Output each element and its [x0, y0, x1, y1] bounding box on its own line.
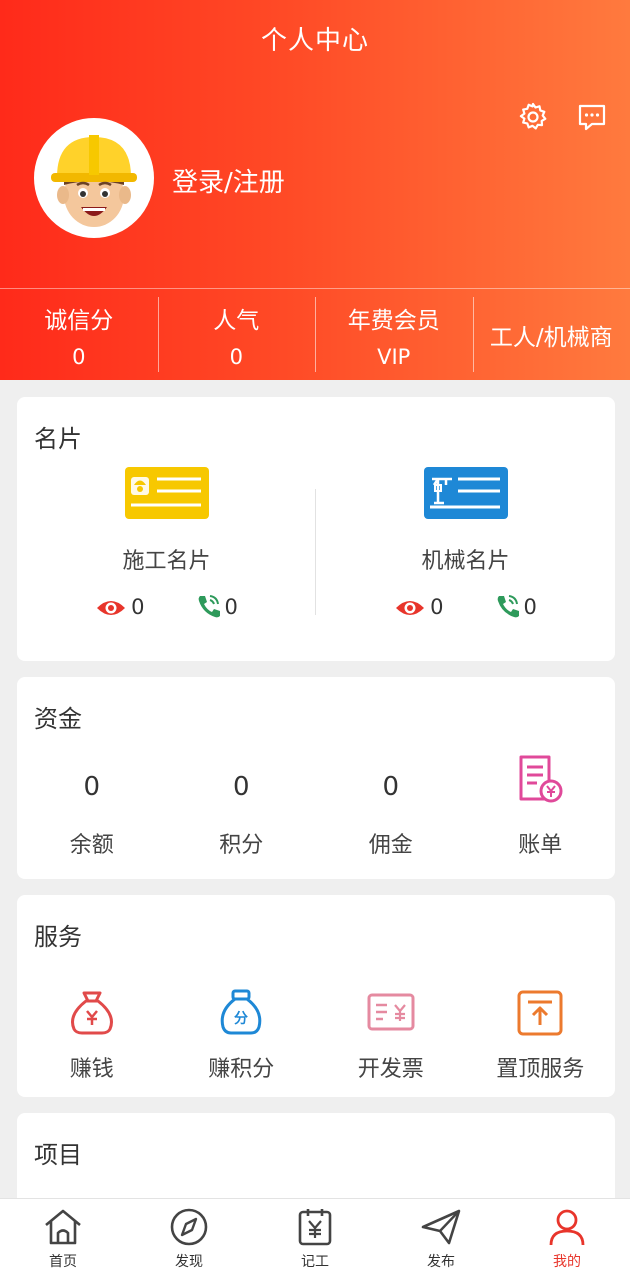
stat-value: 0	[72, 344, 86, 369]
fund-balance[interactable]: 0 余额	[17, 767, 167, 859]
tab-mine[interactable]: 我的	[504, 1199, 630, 1280]
tab-label: 发现	[175, 1254, 203, 1270]
tab-label: 我的	[553, 1254, 581, 1270]
profile-header: 个人中心 登录/注册 诚信分 0 人气 0 年费会员 VIP 工人/机械商	[0, 0, 630, 380]
fund-commission[interactable]: 0 佣金	[316, 767, 466, 859]
fund-value: 0	[83, 772, 101, 802]
service-invoice[interactable]: 开发票	[316, 987, 466, 1083]
money-bag-icon	[66, 987, 118, 1039]
tab-label: 记工	[301, 1254, 329, 1270]
tab-discover[interactable]: 发现	[126, 1199, 252, 1280]
fund-points[interactable]: 0 积分	[167, 767, 317, 859]
svg-text:分: 分	[234, 1011, 248, 1027]
stat-popularity[interactable]: 人气 0	[157, 289, 316, 380]
stats-bar: 诚信分 0 人气 0 年费会员 VIP 工人/机械商	[0, 288, 630, 380]
invoice-icon	[365, 987, 417, 1039]
send-icon	[421, 1209, 461, 1245]
tab-record-work[interactable]: 记工	[252, 1199, 378, 1280]
fund-label: 余额	[69, 833, 114, 858]
eye-icon	[97, 601, 126, 615]
login-register-link[interactable]: 登录/注册	[172, 162, 285, 199]
avatar[interactable]	[34, 118, 154, 238]
section-title: 资金	[34, 705, 82, 733]
call-count-value: 0	[224, 595, 238, 619]
page-title: 个人中心	[260, 26, 369, 56]
fund-value: 0	[382, 772, 400, 802]
view-count-value: 0	[131, 595, 145, 619]
gear-icon[interactable]	[516, 100, 550, 134]
stat-credit[interactable]: 诚信分 0	[0, 289, 158, 380]
tab-label: 发布	[427, 1254, 455, 1270]
service-earn-money[interactable]: 赚钱	[17, 987, 167, 1083]
fund-label: 账单	[518, 833, 563, 858]
card-name: 机械名片	[421, 549, 510, 574]
bill-icon	[466, 753, 616, 807]
calendar-yen-icon	[298, 1209, 332, 1246]
fund-label: 佣金	[368, 833, 413, 858]
stat-role-switch[interactable]: 工人/机械商	[472, 289, 630, 380]
stat-label: 诚信分	[44, 307, 114, 334]
worker-card-icon	[124, 467, 209, 519]
section-title: 名片	[34, 425, 82, 453]
worker-card-entry[interactable]: 施工名片 0 0	[17, 467, 316, 619]
view-count: 0	[394, 593, 444, 619]
tab-publish[interactable]: 发布	[378, 1199, 504, 1280]
stat-value: 0	[229, 344, 243, 369]
services-grid: 赚钱 分 赚积分 开发票 置顶服务	[17, 987, 615, 1083]
points-bag-icon: 分	[215, 987, 267, 1039]
funds-grid: 0 余额 0 积分 0 佣金 账单	[17, 755, 616, 859]
message-icon[interactable]	[575, 100, 609, 134]
service-earn-points[interactable]: 分 赚积分	[167, 987, 317, 1083]
view-count: 0	[95, 593, 145, 619]
card-name: 施工名片	[122, 549, 211, 574]
crane-card-icon	[423, 467, 508, 519]
service-label: 开发票	[357, 1057, 424, 1082]
business-card-section: 名片 施工名片 0 0 机械名片 0 0	[17, 397, 615, 661]
tab-home[interactable]: 首页	[0, 1199, 126, 1280]
section-title: 服务	[34, 923, 82, 951]
stat-membership[interactable]: 年费会员 VIP	[315, 289, 473, 380]
stat-label: 人气	[213, 307, 260, 334]
call-count-value: 0	[523, 595, 537, 619]
home-icon	[45, 1209, 81, 1245]
funds-section: 资金 0 余额 0 积分 0 佣金 账单	[17, 677, 615, 879]
tab-label: 首页	[49, 1254, 77, 1270]
fund-label: 积分	[219, 833, 264, 858]
fund-bill[interactable]: 账单	[466, 755, 616, 859]
service-label: 赚积分	[208, 1057, 275, 1082]
view-count-value: 0	[430, 595, 444, 619]
bottom-tabbar: 首页 发现 记工 发布 我的	[0, 1198, 630, 1280]
user-icon	[549, 1209, 585, 1246]
call-count: 0	[494, 593, 537, 619]
services-section: 服务 赚钱 分 赚积分 开发票 置顶服务	[17, 895, 615, 1097]
stat-value: VIP	[377, 344, 411, 369]
compass-icon	[170, 1208, 208, 1246]
card-counts: 0 0	[17, 593, 316, 619]
eye-icon	[396, 601, 425, 615]
call-count: 0	[195, 593, 238, 619]
service-label: 置顶服务	[496, 1057, 585, 1082]
section-title: 项目	[34, 1141, 82, 1169]
phone-icon	[497, 595, 519, 618]
fund-value: 0	[232, 772, 250, 802]
pin-top-icon	[514, 987, 566, 1039]
card-counts: 0 0	[316, 593, 615, 619]
machine-card-entry[interactable]: 机械名片 0 0	[316, 467, 615, 619]
stat-label: 工人/机械商	[489, 324, 613, 351]
phone-icon	[198, 595, 220, 618]
stat-label: 年费会员	[347, 307, 440, 334]
service-label: 赚钱	[69, 1057, 114, 1082]
service-pin-top[interactable]: 置顶服务	[466, 987, 616, 1083]
